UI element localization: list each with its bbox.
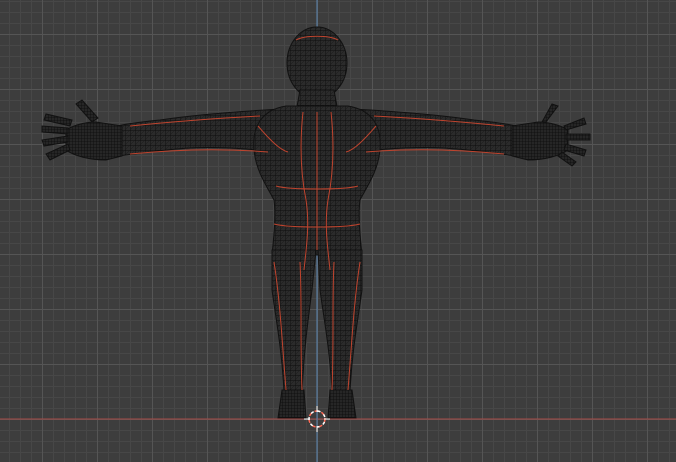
3d-viewport[interactable]: [0, 0, 676, 462]
viewport-canvas[interactable]: [0, 0, 676, 462]
humanoid-mesh[interactable]: [41, 26, 591, 419]
mesh-head[interactable]: [286, 26, 348, 100]
mesh-foot-left[interactable]: [277, 389, 307, 419]
mesh-leg-right[interactable]: [317, 249, 363, 393]
mesh-foot-right[interactable]: [327, 389, 357, 419]
mesh-hand-right[interactable]: [511, 103, 591, 167]
